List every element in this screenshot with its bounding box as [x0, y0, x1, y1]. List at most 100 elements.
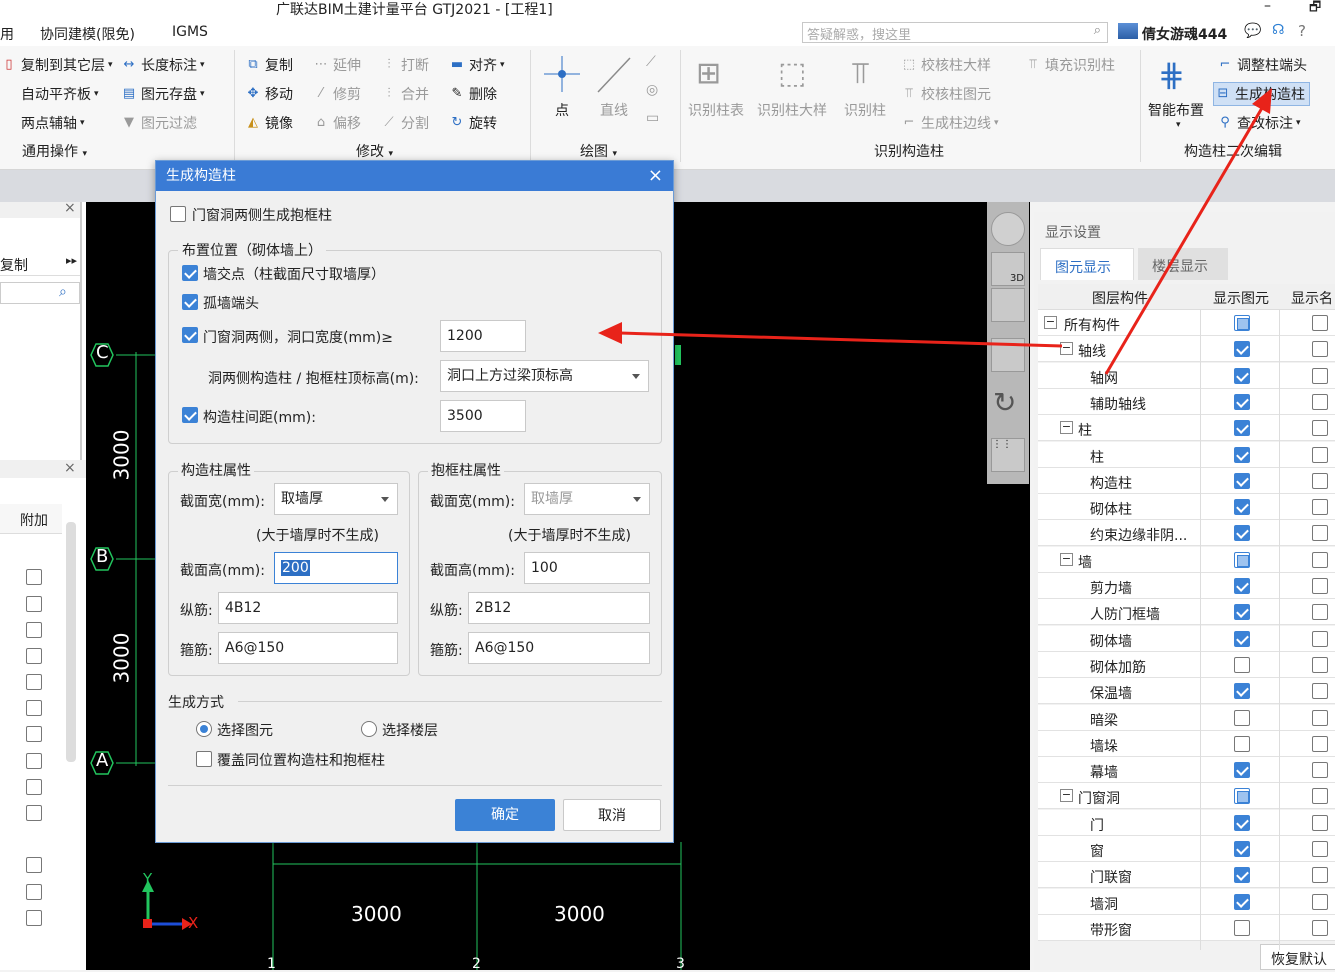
- collapse-toggle[interactable]: −: [1060, 342, 1073, 356]
- rotate-view-icon[interactable]: ↻: [993, 386, 1016, 419]
- show-name-checkbox[interactable]: [1312, 420, 1328, 437]
- collapse-toggle[interactable]: −: [1060, 421, 1073, 435]
- top-elev-select[interactable]: 洞口上方过梁顶标高: [440, 360, 649, 392]
- select-element-radio[interactable]: [196, 721, 212, 737]
- show-element-checkbox[interactable]: [1234, 656, 1250, 673]
- show-element-checkbox[interactable]: [1234, 341, 1250, 358]
- length-dim-button[interactable]: ↔ 长度标注 ▾: [120, 55, 205, 75]
- attach-checkbox[interactable]: [26, 622, 42, 638]
- frame-height-input[interactable]: 100: [524, 552, 650, 584]
- show-element-checkbox[interactable]: [1234, 446, 1250, 463]
- show-element-checkbox[interactable]: [1234, 393, 1250, 410]
- edit-label-button[interactable]: ⚲ 查改标注 ▾: [1216, 113, 1300, 133]
- align-button[interactable]: ▬ 对齐 ▾: [448, 55, 505, 75]
- circle-icon[interactable]: ◎: [646, 82, 658, 98]
- struct-height-input[interactable]: 200: [274, 552, 398, 584]
- show-element-checkbox[interactable]: [1234, 893, 1250, 910]
- spacing-input[interactable]: 3500: [440, 400, 526, 432]
- break-button[interactable]: ⫶ 打断: [380, 55, 429, 75]
- attach-checkbox[interactable]: [26, 700, 42, 716]
- menu-item-use[interactable]: 用: [0, 24, 14, 44]
- collapse-toggle[interactable]: −: [1060, 789, 1073, 803]
- show-element-checkbox[interactable]: [1234, 551, 1250, 568]
- help-icon[interactable]: ?: [1298, 22, 1306, 40]
- opening-width-input[interactable]: 1200: [440, 320, 526, 352]
- show-name-checkbox[interactable]: [1312, 656, 1328, 673]
- tree-row[interactable]: 幕墙: [1038, 757, 1335, 784]
- attach-checkbox[interactable]: [26, 596, 42, 612]
- collapse-toggle[interactable]: −: [1044, 316, 1057, 329]
- tree-row[interactable]: − 轴线: [1038, 336, 1335, 363]
- attach-checkbox[interactable]: [26, 805, 42, 821]
- show-element-checkbox[interactable]: [1234, 630, 1250, 647]
- attach-checkbox[interactable]: [26, 884, 42, 900]
- restore-default-button[interactable]: 恢复默认: [1260, 944, 1335, 970]
- show-name-checkbox[interactable]: [1312, 367, 1328, 384]
- attach-checkbox[interactable]: [26, 779, 42, 795]
- tree-row[interactable]: 人防门框墙: [1038, 599, 1335, 626]
- copy-to-floor-button[interactable]: ▯ 复制到其它层 ▾: [0, 55, 112, 75]
- copy-button[interactable]: ⧉ 复制: [244, 55, 293, 75]
- isolated-wall-end-checkbox[interactable]: [182, 294, 198, 310]
- adjust-end-button[interactable]: ⌐ 调整柱端头: [1216, 55, 1307, 75]
- tree-row[interactable]: 约束边缘非阴...: [1038, 520, 1335, 547]
- tree-row[interactable]: 窗: [1038, 836, 1335, 862]
- show-element-checkbox[interactable]: [1234, 841, 1250, 857]
- show-element-checkbox[interactable]: [1234, 788, 1250, 805]
- tree-row[interactable]: 辅助轴线: [1038, 388, 1335, 415]
- user-name[interactable]: 倩女游魂444: [1142, 24, 1227, 44]
- show-name-checkbox[interactable]: [1312, 446, 1328, 463]
- tree-row[interactable]: − 墙: [1038, 546, 1335, 573]
- offset-button[interactable]: ⌂ 偏移: [312, 113, 361, 133]
- filter-button[interactable]: ▼ 图元过滤: [120, 113, 197, 133]
- show-element-checkbox[interactable]: [1234, 420, 1250, 437]
- search-icon[interactable]: ⌕: [1094, 23, 1101, 38]
- frame-width-select[interactable]: 取墙厚: [524, 483, 650, 515]
- column-table-icon[interactable]: ⊞: [696, 56, 721, 91]
- show-element-checkbox[interactable]: [1234, 709, 1250, 726]
- attach-checkbox[interactable]: [26, 674, 42, 690]
- tree-row[interactable]: 墙垛: [1038, 730, 1335, 757]
- point-icon[interactable]: [544, 54, 580, 94]
- layout-icon[interactable]: ⋮⋮: [991, 438, 1025, 472]
- recognize-col-table-button[interactable]: 识别柱表: [688, 100, 744, 120]
- show-element-checkbox[interactable]: [1234, 367, 1250, 384]
- check-detail-button[interactable]: ⬚ 校核柱大样: [900, 55, 991, 75]
- line-icon[interactable]: [596, 54, 632, 94]
- attach-checkbox[interactable]: [26, 648, 42, 664]
- show-name-checkbox[interactable]: [1312, 341, 1328, 358]
- opening-sides-checkbox[interactable]: [182, 327, 198, 343]
- delete-button[interactable]: ✎ 删除: [448, 84, 497, 104]
- tree-row[interactable]: 构造柱: [1038, 467, 1335, 494]
- show-name-checkbox[interactable]: [1312, 525, 1328, 542]
- move-button[interactable]: ✥ 移动: [244, 84, 293, 104]
- struct-stirrup-input[interactable]: A6@150: [218, 632, 398, 664]
- scrollbar[interactable]: [66, 522, 76, 762]
- show-element-checkbox[interactable]: [1234, 315, 1250, 331]
- show-name-checkbox[interactable]: [1312, 393, 1328, 410]
- overwrite-checkbox[interactable]: [196, 751, 212, 767]
- check-element-button[interactable]: ⫪ 校核柱图元: [900, 84, 991, 104]
- tree-row[interactable]: 砌体加筋: [1038, 651, 1335, 678]
- trim-button[interactable]: ⁄ 修剪: [312, 84, 361, 104]
- show-element-checkbox[interactable]: [1234, 578, 1250, 594]
- line-button[interactable]: 直线: [600, 100, 628, 120]
- headset-icon[interactable]: ☊: [1272, 22, 1284, 38]
- show-name-checkbox[interactable]: [1312, 709, 1328, 726]
- box-view-icon[interactable]: [991, 338, 1025, 372]
- save-element-button[interactable]: ▤ 图元存盘 ▾: [120, 84, 205, 104]
- top-view-icon[interactable]: [991, 288, 1025, 322]
- show-element-checkbox[interactable]: [1234, 814, 1250, 831]
- search-icon[interactable]: ⌕: [59, 284, 67, 300]
- select-floor-radio[interactable]: [361, 721, 377, 737]
- spacing-checkbox[interactable]: [182, 407, 198, 423]
- tree-row[interactable]: 墙洞: [1038, 888, 1335, 915]
- show-element-checkbox[interactable]: [1234, 867, 1250, 884]
- close-icon[interactable]: ×: [64, 460, 76, 476]
- rectangle-icon[interactable]: ▭: [646, 110, 659, 126]
- show-element-checkbox[interactable]: [1234, 499, 1250, 516]
- point-button[interactable]: 点: [555, 100, 569, 120]
- recognize-col-detail-button[interactable]: 识别柱大样: [757, 100, 827, 120]
- message-icon[interactable]: 💬: [1244, 23, 1261, 39]
- extend-button[interactable]: ⋯ 延伸: [312, 55, 362, 75]
